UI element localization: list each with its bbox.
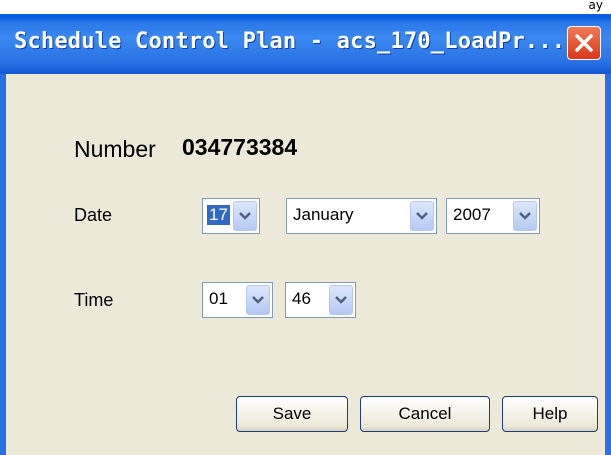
chevron-down-icon <box>335 296 347 304</box>
chevron-down-icon <box>416 212 428 220</box>
close-button[interactable] <box>567 26 601 60</box>
dialog-body: Number 034773384 Date 17 January 2007 Ti… <box>6 74 605 455</box>
background-window-strip: ay <box>0 0 611 14</box>
date-year-select[interactable]: 2007 <box>446 198 540 234</box>
number-value: 034773384 <box>182 134 298 160</box>
window-right-border <box>605 74 611 455</box>
time-hour-dropdown-button[interactable] <box>246 285 270 315</box>
number-label: Number <box>74 136 156 162</box>
date-month-dropdown-button[interactable] <box>410 201 434 231</box>
date-day-dropdown-button[interactable] <box>233 201 257 231</box>
date-label: Date <box>74 205 113 225</box>
time-hour-value: 01 <box>209 289 228 308</box>
date-day-select[interactable]: 17 <box>202 198 260 234</box>
schedule-control-plan-dialog: Schedule Control Plan - acs_170_LoadPr..… <box>0 14 611 455</box>
time-hour-select[interactable]: 01 <box>202 282 273 318</box>
date-day-value: 17 <box>207 205 230 225</box>
date-year-value: 2007 <box>453 205 491 224</box>
chevron-down-icon <box>252 296 264 304</box>
window-title: Schedule Control Plan - acs_170_LoadPr..… <box>14 29 566 54</box>
close-icon <box>575 34 593 52</box>
time-label: Time <box>74 290 114 310</box>
date-year-dropdown-button[interactable] <box>513 201 537 231</box>
chevron-down-icon <box>239 212 251 220</box>
help-button[interactable]: Help <box>502 396 598 432</box>
time-minute-dropdown-button[interactable] <box>329 285 353 315</box>
date-month-value: January <box>293 205 354 224</box>
title-bar[interactable]: Schedule Control Plan - acs_170_LoadPr..… <box>0 14 611 74</box>
cancel-button[interactable]: Cancel <box>360 396 490 432</box>
time-minute-select[interactable]: 46 <box>285 282 356 318</box>
save-button[interactable]: Save <box>236 396 348 432</box>
background-window-text: ay <box>588 0 603 12</box>
chevron-down-icon <box>519 212 531 220</box>
time-minute-value: 46 <box>292 289 311 308</box>
date-month-select[interactable]: January <box>286 198 437 234</box>
